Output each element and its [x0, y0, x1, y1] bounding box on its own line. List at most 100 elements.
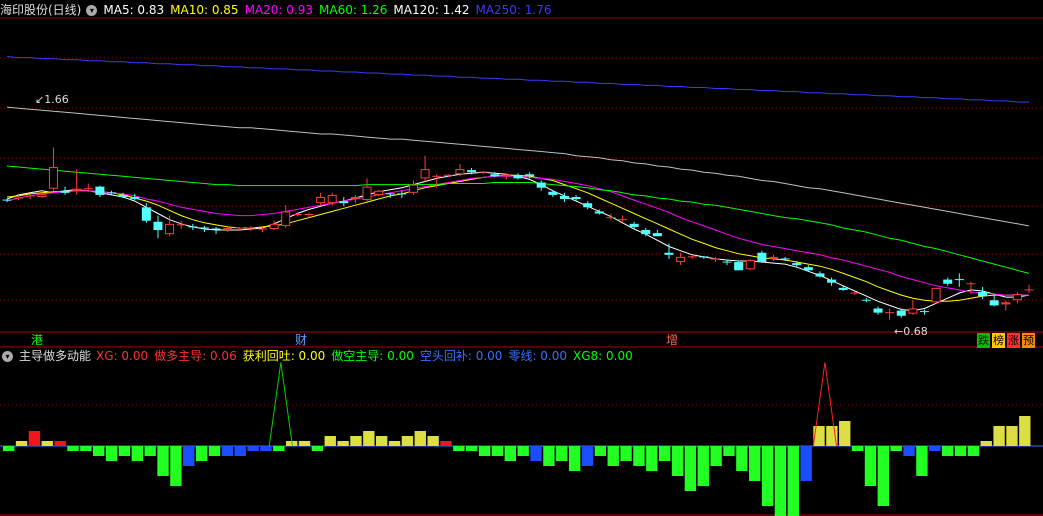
candle-body	[978, 291, 988, 297]
indicator-bar	[3, 446, 15, 451]
candle-body	[130, 196, 140, 200]
marker-hk-connect[interactable]: 港	[30, 332, 44, 348]
candle-body	[908, 308, 918, 314]
indicator-bar	[311, 446, 324, 451]
indicator-bar	[658, 446, 671, 461]
indicator-bar	[260, 446, 272, 451]
indicator-histogram	[0, 362, 1043, 516]
indicator-bar	[491, 446, 504, 456]
candle-body	[943, 279, 953, 284]
stock-chart[interactable]	[0, 0, 1043, 516]
indicator-bar	[453, 446, 465, 451]
indicator-bar	[388, 441, 401, 446]
indicator-bar	[941, 446, 954, 456]
ma-line-ma20	[6, 175, 1029, 296]
indicator-bar	[337, 441, 349, 446]
ma-line-ma250	[6, 56, 1029, 103]
indicator-header: ▾ 主导做多动能 XG: 0.00 做多主导: 0.06 获利回吐: 0.00 做空主导:…	[0, 347, 639, 365]
candle-body	[501, 174, 511, 177]
indicator-bar	[581, 446, 594, 466]
indicator-bar	[851, 446, 864, 451]
badge-fall[interactable]: 跌	[977, 333, 990, 348]
indicator-bar	[221, 446, 234, 456]
candle-body	[525, 174, 535, 177]
indicator-bar	[594, 446, 607, 456]
ind-zero-line: 零线: 0.00	[508, 349, 568, 363]
indicator-bar	[774, 446, 787, 516]
candle-body	[48, 167, 58, 189]
candle	[536, 180, 546, 191]
indicator-bar	[414, 431, 426, 446]
candle	[757, 250, 767, 264]
ind-short-covering: 空头回补: 0.00	[419, 349, 503, 363]
indicator-bar	[105, 446, 118, 461]
candle-body	[931, 287, 941, 303]
indicator-bar	[427, 436, 439, 446]
indicator-bar	[478, 446, 491, 456]
ind-short-dominant: 做空主导: 0.00	[331, 349, 414, 363]
badge-forecast[interactable]: 预	[1022, 333, 1035, 348]
indicator-title: 主导做多动能	[19, 349, 92, 363]
candle-body	[1012, 294, 1022, 301]
indicator-bar	[363, 431, 375, 446]
candle	[548, 189, 558, 197]
collapse-icon[interactable]: ▾	[86, 5, 98, 16]
candle	[629, 221, 639, 229]
indicator-bar	[324, 436, 336, 446]
candle	[664, 243, 674, 259]
candle-body	[420, 169, 430, 179]
candle	[676, 252, 686, 266]
candle-body	[153, 221, 163, 231]
indicator-bar	[993, 426, 1005, 446]
candle	[943, 277, 953, 286]
indicator-bar	[697, 446, 709, 486]
candle-body	[571, 196, 581, 200]
ind-xg8: XG8: 0.00	[573, 349, 633, 363]
indicator-bar	[671, 446, 684, 476]
ind-profit-taking: 获利回吐: 0.00	[242, 349, 326, 363]
ma-line-ma5	[6, 171, 1030, 312]
candle	[734, 261, 744, 271]
chart-grid	[0, 17, 1043, 516]
candle-body	[165, 223, 175, 235]
indicator-bar	[877, 446, 890, 506]
indicator-collapse-icon[interactable]: ▾	[2, 351, 13, 362]
ma120-label: MA120: 1.42	[393, 3, 470, 17]
badge-rank[interactable]: 榜	[992, 333, 1005, 348]
indicator-bar	[967, 446, 980, 456]
indicator-bar	[749, 446, 761, 481]
candle	[153, 215, 163, 239]
candle-body	[350, 196, 360, 200]
candle-body	[594, 211, 604, 214]
candle-body	[490, 174, 500, 177]
indicator-bar	[929, 446, 941, 451]
candle	[769, 254, 778, 262]
candle-body	[745, 259, 755, 270]
indicator-bar	[1006, 426, 1018, 446]
candle	[989, 294, 999, 307]
candle	[1012, 291, 1022, 304]
indicator-bar	[864, 446, 877, 486]
candle-body	[95, 186, 105, 195]
indicator-bar	[41, 441, 53, 446]
candle-body	[269, 223, 279, 229]
candle	[954, 273, 964, 287]
candle	[316, 192, 326, 206]
indicator-bar	[684, 446, 697, 491]
indicator-bar	[954, 446, 967, 456]
marker-finance[interactable]: 财	[294, 332, 308, 348]
candle-body	[803, 267, 813, 271]
candle	[873, 306, 883, 315]
marker-increase[interactable]: 增	[665, 332, 679, 348]
candle	[513, 173, 523, 180]
candle-body	[676, 256, 686, 263]
indicator-bar	[517, 446, 529, 456]
indicator-bar	[980, 441, 992, 446]
candle	[931, 287, 941, 304]
indicator-bar	[144, 446, 156, 456]
indicator-bar	[761, 446, 774, 506]
indicator-bar	[903, 446, 915, 456]
candle-body	[281, 211, 291, 226]
ind-xg: XG: 0.00	[96, 349, 149, 363]
badge-rise[interactable]: 涨	[1007, 333, 1020, 348]
